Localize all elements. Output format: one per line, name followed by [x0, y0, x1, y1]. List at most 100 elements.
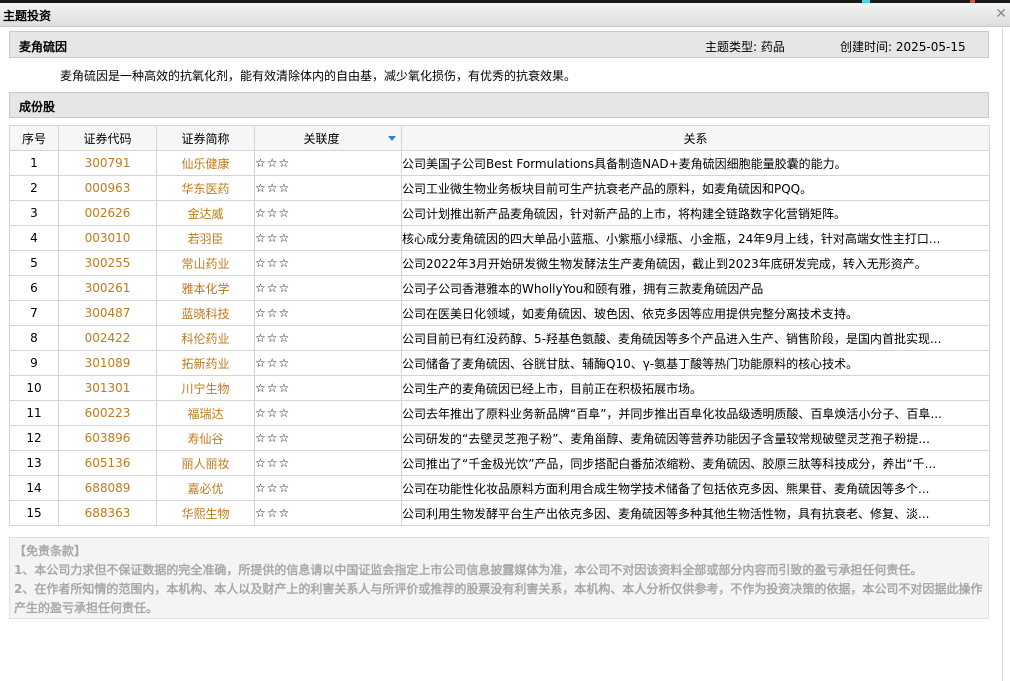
table-row[interactable]: 1 300791 仙乐健康 ☆☆☆ 公司美国子公司Best Formulations具备… [9, 150, 990, 176]
relevance-stars: ☆☆☆ [254, 400, 402, 426]
stock-code-link[interactable]: 688363 [58, 500, 157, 526]
relation-text: 公司2022年3月开始研发微生物发酵法生产麦角硫因，截止到2023年底研发完成，… [401, 250, 990, 276]
relevance-stars: ☆☆☆ [254, 150, 402, 176]
stock-name-link[interactable]: 常山药业 [156, 250, 255, 276]
stock-code-link[interactable]: 301089 [58, 350, 157, 376]
stock-code-link[interactable]: 002626 [58, 200, 157, 226]
relation-text: 公司计划推出新产品麦角硫因，针对新产品的上市，将构建全链路数字化营销矩阵。 [401, 200, 990, 226]
relevance-stars: ☆☆☆ [254, 175, 402, 201]
table-row[interactable]: 10 301301 川宁生物 ☆☆☆ 公司生产的麦角硫因已经上市，目前正在积极拓展市场。 [9, 375, 990, 401]
col-header-relation[interactable]: 关系 [401, 125, 990, 151]
relation-text: 公司在功能性化妆品原料方面利用合成生物学技术储备了包括依克多因、熊果苷、麦角硫因… [401, 475, 990, 501]
stock-name-link[interactable]: 华熙生物 [156, 500, 255, 526]
stock-name-link[interactable]: 嘉必优 [156, 475, 255, 501]
table-row[interactable]: 6 300261 雅本化学 ☆☆☆ 公司子公司香港雅本的WhollyYou和颐有雅，拥有… [9, 275, 990, 301]
relevance-stars: ☆☆☆ [254, 425, 402, 451]
window-title: 主题投资 [3, 9, 52, 23]
disclaimer-line-1: 1、本公司力求但不保证数据的完全准确，所提供的信息请以中国证监会指定上市公司信息… [14, 563, 923, 577]
table-row[interactable]: 7 300487 蓝晓科技 ☆☆☆ 公司在医美日化领域，如麦角硫因、玻色因、依克多因等应… [9, 300, 990, 326]
relevance-stars: ☆☆☆ [254, 275, 402, 301]
stock-code-link[interactable]: 300487 [58, 300, 157, 326]
relevance-stars: ☆☆☆ [254, 300, 402, 326]
col-header-name[interactable]: 证券简称 [156, 125, 255, 151]
row-number: 6 [9, 275, 59, 301]
row-number: 12 [9, 425, 59, 451]
stock-name-link[interactable]: 华东医药 [156, 175, 255, 201]
table-row[interactable]: 13 605136 丽人丽妆 ☆☆☆ 公司推出了“千金极光饮”产品，同步搭配白番茄浓缩粉… [9, 450, 990, 476]
stock-name-link[interactable]: 雅本化学 [156, 275, 255, 301]
theme-header: 麦角硫因 主题类型: 药品 创建时间: 2025-05-15 [9, 31, 989, 58]
col-header-relevance[interactable]: 关联度 [254, 125, 402, 151]
relation-text: 公司工业微生物业务板块目前可生产抗衰老产品的原料，如麦角硫因和PQQ。 [401, 175, 990, 201]
relation-text: 公司美国子公司Best Formulations具备制造NAD+麦角硫因细胞能量… [401, 150, 990, 176]
window-titlebar: 主题投资 ✕ [0, 3, 1010, 27]
relation-text: 公司生产的麦角硫因已经上市，目前正在积极拓展市场。 [401, 375, 990, 401]
row-number: 1 [9, 150, 59, 176]
relevance-stars: ☆☆☆ [254, 450, 402, 476]
relation-text: 公司目前已有红没药醇、5-羟基色氨酸、麦角硫因等多个产品进入生产、销售阶段，是国… [401, 325, 990, 351]
row-number: 3 [9, 200, 59, 226]
table-row[interactable]: 5 300255 常山药业 ☆☆☆ 公司2022年3月开始研发微生物发酵法生产麦角硫因，… [9, 250, 990, 276]
relation-text: 公司利用生物发酵平台生产出依克多因、麦角硫因等多种其他生物活性物，具有抗衰老、修… [401, 500, 990, 526]
stock-code-link[interactable]: 003010 [58, 225, 157, 251]
stock-name-link[interactable]: 川宁生物 [156, 375, 255, 401]
theme-created-date: 创建时间: 2025-05-15 [840, 40, 966, 54]
row-number: 2 [9, 175, 59, 201]
stock-code-link[interactable]: 002422 [58, 325, 157, 351]
relevance-stars: ☆☆☆ [254, 225, 402, 251]
table-row[interactable]: 2 000963 华东医药 ☆☆☆ 公司工业微生物业务板块目前可生产抗衰老产品的原料，如… [9, 175, 990, 201]
theme-description: 麦角硫因是一种高效的抗氧化剂，能有效清除体内的自由基，减少氧化损伤，有优秀的抗衰… [60, 69, 577, 83]
table-row[interactable]: 3 002626 金达威 ☆☆☆ 公司计划推出新产品麦角硫因，针对新产品的上市，将构建全… [9, 200, 990, 226]
section-title: 成份股 [19, 100, 56, 114]
relation-text: 公司在医美日化领域，如麦角硫因、玻色因、依克多因等应用提供完整分离技术支持。 [401, 300, 990, 326]
stock-name-link[interactable]: 丽人丽妆 [156, 450, 255, 476]
stock-code-link[interactable]: 600223 [58, 400, 157, 426]
relevance-stars: ☆☆☆ [254, 350, 402, 376]
stock-code-link[interactable]: 603896 [58, 425, 157, 451]
relevance-stars: ☆☆☆ [254, 250, 402, 276]
disclaimer-box: 【免责条款】 1、本公司力求但不保证数据的完全准确，所提供的信息请以中国证监会指… [9, 537, 989, 619]
stock-code-link[interactable]: 300255 [58, 250, 157, 276]
theme-type: 主题类型: 药品 [705, 40, 785, 54]
stock-name-link[interactable]: 科伦药业 [156, 325, 255, 351]
row-number: 4 [9, 225, 59, 251]
stock-name-link[interactable]: 金达威 [156, 200, 255, 226]
stock-name-link[interactable]: 仙乐健康 [156, 150, 255, 176]
disclaimer-title: 【免责条款】 [14, 544, 87, 558]
row-number: 11 [9, 400, 59, 426]
window-divider [1002, 26, 1003, 681]
row-number: 5 [9, 250, 59, 276]
stock-code-link[interactable]: 688089 [58, 475, 157, 501]
table-row[interactable]: 12 603896 寿仙谷 ☆☆☆ 公司研发的“去壁灵芝孢子粉”、麦角甾醇、麦角硫因等营… [9, 425, 990, 451]
stock-name-link[interactable]: 若羽臣 [156, 225, 255, 251]
stock-code-link[interactable]: 300261 [58, 275, 157, 301]
stock-name-link[interactable]: 拓新药业 [156, 350, 255, 376]
col-header-no[interactable]: 序号 [9, 125, 59, 151]
stock-name-link[interactable]: 蓝晓科技 [156, 300, 255, 326]
section-header: 成份股 [9, 92, 989, 118]
col-header-code[interactable]: 证券代码 [58, 125, 157, 151]
disclaimer-line-2: 2、在作者所知情的范围内，本机构、本人以及财产上的利害关系人与所评价或推荐的股票… [14, 582, 983, 615]
stock-code-link[interactable]: 300791 [58, 150, 157, 176]
row-number: 8 [9, 325, 59, 351]
relevance-stars: ☆☆☆ [254, 500, 402, 526]
table-row[interactable]: 15 688363 华熙生物 ☆☆☆ 公司利用生物发酵平台生产出依克多因、麦角硫因等多种… [9, 500, 990, 526]
col-header-relevance-label: 关联度 [303, 131, 340, 146]
table-row[interactable]: 8 002422 科伦药业 ☆☆☆ 公司目前已有红没药醇、5-羟基色氨酸、麦角硫因等多个… [9, 325, 990, 351]
stock-code-link[interactable]: 000963 [58, 175, 157, 201]
sort-desc-icon[interactable] [388, 135, 396, 141]
table-row[interactable]: 9 301089 拓新药业 ☆☆☆ 公司储备了麦角硫因、谷胱甘肽、辅酶Q10、γ-氨基丁… [9, 350, 990, 376]
table-row[interactable]: 14 688089 嘉必优 ☆☆☆ 公司在功能性化妆品原料方面利用合成生物学技术储备了包… [9, 475, 990, 501]
relation-text: 公司研发的“去壁灵芝孢子粉”、麦角甾醇、麦角硫因等营养功能因子含量较常规破壁灵芝… [401, 425, 990, 451]
stock-name-link[interactable]: 福瑞达 [156, 400, 255, 426]
relevance-stars: ☆☆☆ [254, 200, 402, 226]
stock-code-link[interactable]: 301301 [58, 375, 157, 401]
row-number: 14 [9, 475, 59, 501]
table-row[interactable]: 4 003010 若羽臣 ☆☆☆ 核心成分麦角硫因的四大单品小蓝瓶、小紫瓶小绿瓶、小金瓶… [9, 225, 990, 251]
row-number: 10 [9, 375, 59, 401]
theme-name: 麦角硫因 [19, 40, 68, 54]
stock-name-link[interactable]: 寿仙谷 [156, 425, 255, 451]
table-row[interactable]: 11 600223 福瑞达 ☆☆☆ 公司去年推出了原料业务新品牌“百阜”，并同步推出百阜… [9, 400, 990, 426]
stock-code-link[interactable]: 605136 [58, 450, 157, 476]
close-icon[interactable]: ✕ [995, 6, 1007, 22]
